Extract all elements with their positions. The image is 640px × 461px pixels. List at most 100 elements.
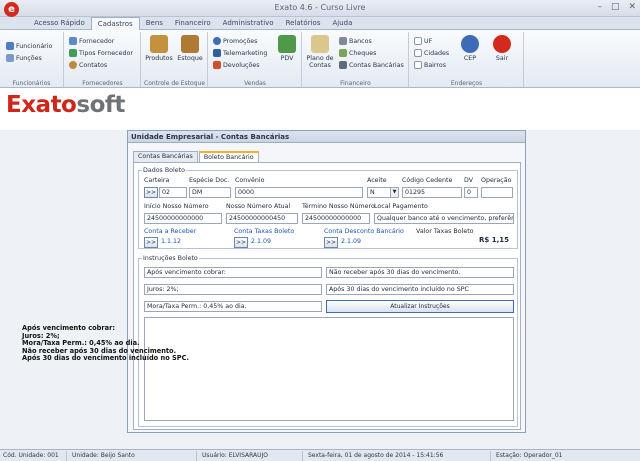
local-pagamento-input[interactable]: Qualquer banco até o vencimento, preferê… bbox=[374, 213, 514, 224]
tab-administrativo[interactable]: Administrativo bbox=[217, 17, 280, 30]
contact-icon bbox=[69, 61, 77, 69]
menu-bar: Acesso Rápido Cadastros Bens Financeiro … bbox=[0, 17, 640, 30]
carteira-input[interactable]: 02 bbox=[159, 187, 187, 198]
carteira-label: Carteira bbox=[144, 177, 170, 184]
nosso-numero-atual-input[interactable]: 24500000000450 bbox=[226, 213, 298, 224]
conta-taxas-lookup-button[interactable]: >> bbox=[234, 237, 248, 248]
boxes-icon bbox=[181, 35, 199, 53]
group-title: Controle de Estoque bbox=[144, 80, 205, 87]
status-cod-unidade: Cód. Unidade: 001 bbox=[3, 452, 59, 459]
plano-de-contas-button[interactable]: Plano de Contas bbox=[305, 35, 335, 69]
conta-taxas-value: 2.1.09 bbox=[249, 237, 319, 248]
group-funcionarios: Funcionário Funções Funcionários bbox=[0, 32, 64, 87]
especie-input[interactable]: DM bbox=[189, 187, 231, 198]
power-icon bbox=[493, 35, 511, 53]
cheques-button[interactable]: Cheques bbox=[339, 49, 376, 57]
truck-icon bbox=[69, 37, 77, 45]
estoque-button[interactable]: Estoque bbox=[175, 35, 205, 62]
convenio-label: Convênio bbox=[235, 177, 265, 184]
carteira-lookup-button[interactable]: >> bbox=[144, 187, 158, 198]
list-icon bbox=[69, 49, 77, 57]
pdv-icon bbox=[278, 35, 296, 53]
instrucao-spc[interactable]: Após 30 dias do vencimento incluído no S… bbox=[326, 284, 514, 295]
instrucoes-legend: Instruções Boleto bbox=[143, 255, 198, 262]
atualizar-instrucoes-button[interactable]: Atualizar Instruções bbox=[326, 300, 514, 313]
uf-button[interactable]: UF bbox=[414, 37, 432, 45]
map-icon bbox=[414, 61, 422, 69]
tipos-fornecedor-button[interactable]: Tipos Fornecedor bbox=[69, 49, 133, 57]
return-icon bbox=[213, 61, 221, 69]
fornecedor-button[interactable]: Fornecedor bbox=[69, 37, 114, 45]
pdv-button[interactable]: PDV bbox=[275, 35, 299, 62]
group-title: Vendas bbox=[244, 80, 266, 87]
users-icon bbox=[6, 54, 14, 62]
box-icon bbox=[150, 35, 168, 53]
promocoes-button[interactable]: Promoções bbox=[213, 37, 257, 45]
produtos-button[interactable]: Produtos bbox=[144, 35, 174, 62]
contatos-button[interactable]: Contatos bbox=[69, 61, 107, 69]
tab-acesso-rapido[interactable]: Acesso Rápido bbox=[28, 17, 91, 30]
tab-cadastros[interactable]: Cadastros bbox=[90, 17, 140, 30]
title-bar: e Exato 4.6 - Curso Livre – □ ✕ bbox=[0, 0, 640, 17]
city-icon bbox=[414, 49, 422, 57]
conta-desconto-value: 2.1.09 bbox=[339, 237, 409, 248]
group-financeiro: Plano de Contas Bancos Cheques Contas Ba… bbox=[303, 32, 409, 87]
conta-receber-label: Conta a Receber bbox=[144, 228, 197, 235]
exatosoft-logo: Exatosoft bbox=[6, 92, 125, 118]
instrucao-juros[interactable]: Juros: 2%; bbox=[144, 284, 322, 295]
phone-icon bbox=[213, 49, 221, 57]
bancos-button[interactable]: Bancos bbox=[339, 37, 372, 45]
bairros-button[interactable]: Bairros bbox=[414, 61, 446, 69]
inicio-nosso-numero-input[interactable]: 24500000000000 bbox=[144, 213, 222, 224]
group-title: Endereços bbox=[450, 80, 483, 87]
dv-input[interactable]: 0 bbox=[464, 187, 478, 198]
instrucao-apos-vencimento[interactable]: Após vencimento cobrar: bbox=[144, 267, 322, 278]
conta-desconto-lookup-button[interactable]: >> bbox=[324, 237, 338, 248]
status-unidade: Unidade: Beijo Santo bbox=[72, 452, 135, 459]
group-vendas: Promoções Telemarketing Devoluções PDV V… bbox=[209, 32, 302, 87]
instrucao-nao-receber[interactable]: Não receber após 30 dias do vencimento. bbox=[326, 267, 514, 278]
tab-contas-bancarias[interactable]: Contas Bancárias bbox=[133, 151, 198, 162]
instrucao-mora[interactable]: Mora/Taxa Perm.: 0,45% ao dia. bbox=[144, 301, 322, 312]
tab-financeiro[interactable]: Financeiro bbox=[169, 17, 217, 30]
operacao-input[interactable] bbox=[481, 187, 513, 198]
ribbon: Funcionário Funções Funcionários Fornece… bbox=[0, 30, 640, 88]
status-estacao: Estação: Operador_01 bbox=[496, 452, 563, 459]
instrucoes-textarea[interactable] bbox=[144, 317, 514, 421]
group-enderecos: UF Cidades Bairros CEP Sair Endereços bbox=[410, 32, 524, 87]
contas-bancarias-panel: Unidade Empresarial - Contas Bancárias C… bbox=[127, 130, 526, 433]
document-icon bbox=[311, 35, 329, 53]
maximize-button[interactable]: □ bbox=[611, 2, 620, 12]
tab-ajuda[interactable]: Ajuda bbox=[326, 17, 358, 30]
group-fornecedores: Fornecedor Tipos Fornecedor Contatos For… bbox=[65, 32, 141, 87]
tab-relatorios[interactable]: Relatórios bbox=[280, 17, 327, 30]
status-data: Sexta-feira, 01 de agosto de 2014 - 15:4… bbox=[308, 452, 444, 459]
nosso-numero-atual-label: Nosso Número Atual bbox=[226, 203, 291, 210]
status-usuario: Usuário: ELVISARAUJO bbox=[202, 452, 269, 459]
funcionario-button[interactable]: Funcionário bbox=[6, 42, 52, 50]
telemarketing-button[interactable]: Telemarketing bbox=[213, 49, 267, 57]
convenio-input[interactable]: 0000 bbox=[235, 187, 363, 198]
cedente-label: Código Cedente bbox=[402, 177, 453, 184]
contas-bancarias-button[interactable]: Contas Bancárias bbox=[339, 61, 404, 69]
window-title: Exato 4.6 - Curso Livre bbox=[274, 3, 366, 12]
conta-receber-lookup-button[interactable]: >> bbox=[144, 237, 158, 248]
devolucoes-button[interactable]: Devoluções bbox=[213, 61, 260, 69]
cep-button[interactable]: CEP bbox=[458, 35, 482, 62]
termino-nosso-numero-label: Término Nosso Número bbox=[302, 203, 375, 210]
account-icon bbox=[339, 61, 347, 69]
tab-boleto-bancario[interactable]: Boleto Bancário bbox=[198, 151, 259, 162]
funcoes-button[interactable]: Funções bbox=[6, 54, 42, 62]
tab-bens[interactable]: Bens bbox=[140, 17, 169, 30]
cidades-button[interactable]: Cidades bbox=[414, 49, 449, 57]
aceite-select[interactable]: N ▼ bbox=[367, 187, 399, 198]
termino-nosso-numero-input[interactable]: 24500000000000 bbox=[302, 213, 370, 224]
chevron-down-icon[interactable]: ▼ bbox=[390, 188, 398, 197]
operacao-label: Operação bbox=[481, 177, 512, 184]
minimize-button[interactable]: – bbox=[597, 2, 602, 12]
local-pagamento-label: Local Pagamento bbox=[374, 203, 428, 210]
cedente-input[interactable]: 01295 bbox=[402, 187, 462, 198]
close-button[interactable]: ✕ bbox=[628, 2, 636, 12]
group-estoque: Produtos Estoque Controle de Estoque bbox=[142, 32, 208, 87]
sair-button[interactable]: Sair bbox=[490, 35, 514, 62]
